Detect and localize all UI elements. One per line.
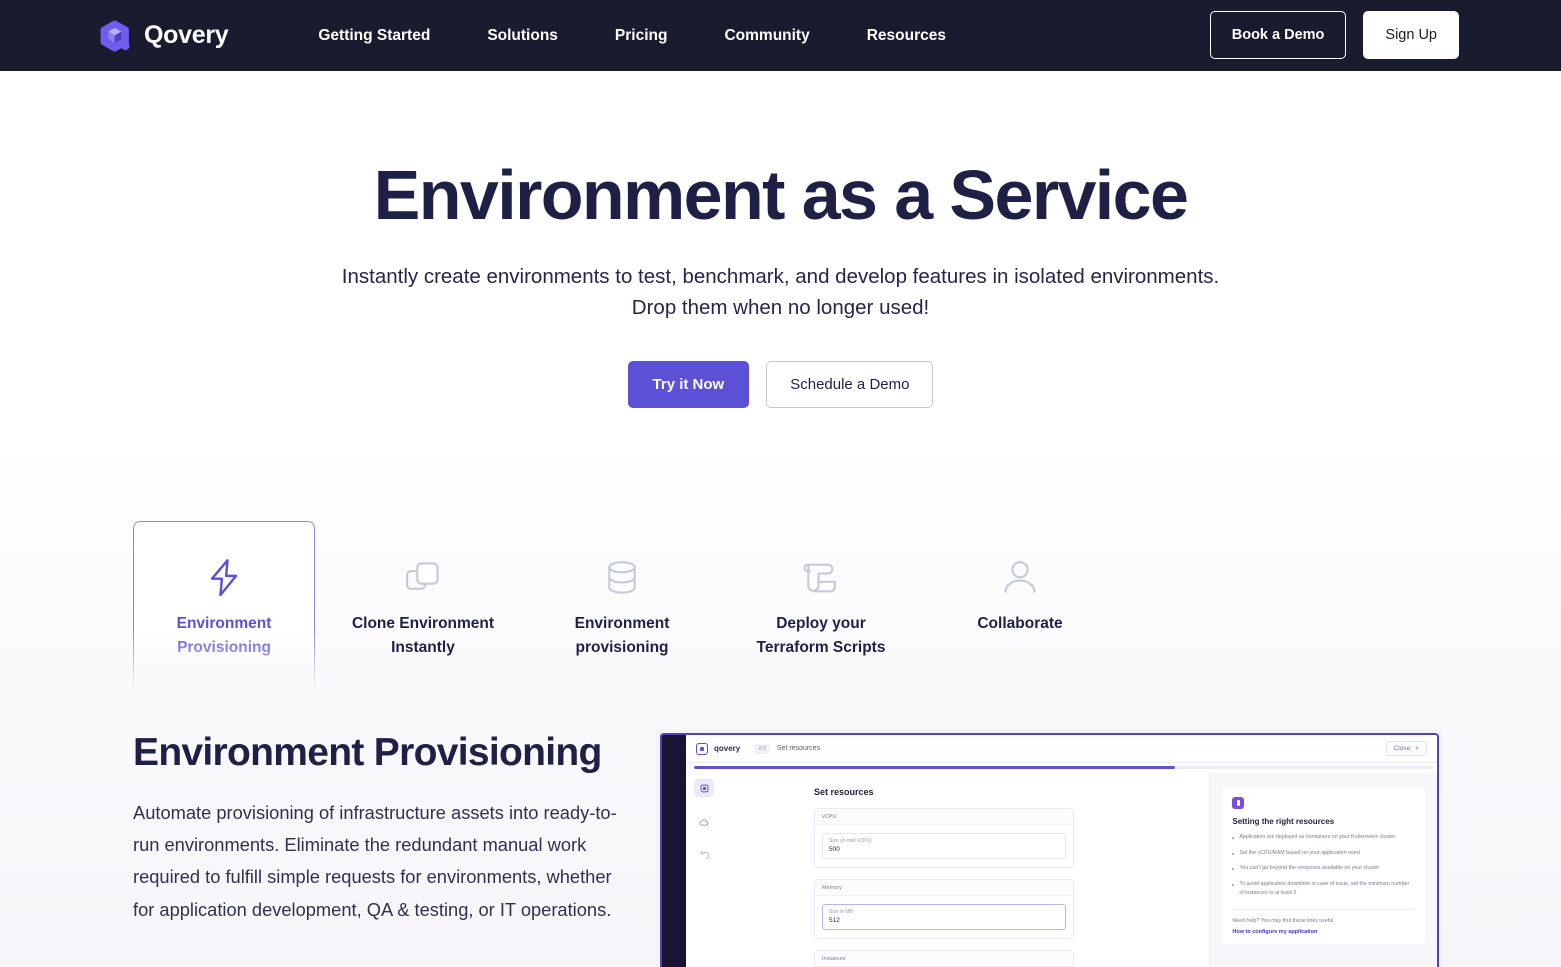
memory-input-label: Size in MB bbox=[829, 909, 1059, 915]
nav-link-getting-started[interactable]: Getting Started bbox=[318, 27, 430, 45]
bullet-dot-icon bbox=[1232, 868, 1234, 870]
app-logo-icon bbox=[696, 743, 708, 755]
progress-bar bbox=[694, 766, 1434, 769]
hero-cta-group: Try it Now Schedule a Demo bbox=[0, 361, 1561, 408]
cube-icon bbox=[700, 784, 709, 793]
sidebar-item-services[interactable] bbox=[694, 779, 714, 797]
vcpu-input-label: Size (in milli vCPU) bbox=[829, 838, 1059, 844]
sidebar-item-history[interactable] bbox=[694, 847, 714, 865]
hero-subtitle-line-2: Drop them when no longer used! bbox=[0, 292, 1561, 324]
step-badge: 2/3 bbox=[754, 744, 770, 754]
feature-title: Environment Provisioning bbox=[133, 731, 602, 775]
memory-input-value: 512 bbox=[829, 917, 1059, 924]
help-panel: Setting the right resources Application … bbox=[1209, 773, 1437, 967]
vcpu-input-value: 500 bbox=[829, 846, 1059, 853]
top-navigation-bar: Qovery Getting Started Solutions Pricing… bbox=[0, 0, 1561, 71]
app-sidebar bbox=[686, 773, 722, 967]
help-bullet: Application are deployed as containers o… bbox=[1232, 833, 1415, 842]
schedule-a-demo-button[interactable]: Schedule a Demo bbox=[766, 361, 933, 408]
breadcrumb: Set resources bbox=[777, 745, 820, 752]
brand-logo-link[interactable]: Qovery bbox=[100, 19, 228, 53]
form-heading: Set resources bbox=[814, 787, 1209, 797]
help-card: Setting the right resources Application … bbox=[1222, 787, 1425, 944]
cloud-icon bbox=[699, 818, 709, 827]
help-bullet-text: Set the vCPU/RAM based on your applicati… bbox=[1239, 849, 1359, 858]
person-icon bbox=[1002, 557, 1038, 599]
tab-label: Deploy your Terraform Scripts bbox=[739, 612, 904, 660]
close-button[interactable]: Close × bbox=[1386, 741, 1427, 756]
app-window: qovery 2/3 Set resources Close × bbox=[660, 733, 1439, 967]
bullet-dot-icon bbox=[1232, 837, 1234, 839]
nav-actions: Book a Demo Sign Up bbox=[1210, 11, 1459, 59]
bullet-dot-icon bbox=[1232, 884, 1234, 886]
help-bullet: You can't go beyond the resources availa… bbox=[1232, 864, 1415, 873]
tab-label: Clone Environment Instantly bbox=[341, 612, 506, 660]
try-it-now-button[interactable]: Try it Now bbox=[628, 361, 750, 408]
help-link[interactable]: How to configure my application bbox=[1232, 929, 1415, 935]
tab-deploy-terraform-scripts[interactable]: Deploy your Terraform Scripts bbox=[730, 521, 912, 660]
info-icon bbox=[1232, 797, 1244, 809]
tab-clone-environment-instantly[interactable]: Clone Environment Instantly bbox=[332, 521, 514, 660]
tab-label: Collaborate bbox=[938, 612, 1103, 636]
vcpu-card: vCPU Size (in milli vCPU) 500 bbox=[814, 808, 1074, 868]
scroll-icon bbox=[802, 557, 840, 599]
hero-section: Environment as a Service Instantly creat… bbox=[0, 71, 1561, 408]
nav-link-resources[interactable]: Resources bbox=[867, 27, 946, 45]
tab-label: Environment provisioning bbox=[540, 612, 705, 660]
brand-name: Qovery bbox=[144, 21, 228, 50]
memory-card: Memory Size in MB 512 bbox=[814, 879, 1074, 939]
close-button-label: Close bbox=[1394, 745, 1411, 752]
nav-link-pricing[interactable]: Pricing bbox=[615, 27, 668, 45]
hero-subtitle-line-1: Instantly create environments to test, b… bbox=[0, 261, 1561, 293]
help-bullet-text: You can't go beyond the resources availa… bbox=[1239, 864, 1379, 873]
lightning-bolt-icon bbox=[207, 557, 241, 599]
nav-link-solutions[interactable]: Solutions bbox=[487, 27, 558, 45]
nav-links: Getting Started Solutions Pricing Commun… bbox=[318, 27, 1003, 45]
instances-card-title: Instances bbox=[815, 951, 1073, 967]
vcpu-input[interactable]: Size (in milli vCPU) 500 bbox=[822, 833, 1066, 859]
page-title: Environment as a Service bbox=[0, 159, 1561, 233]
set-resources-form: Set resources vCPU Size (in milli vCPU) … bbox=[722, 773, 1209, 967]
database-icon bbox=[605, 557, 639, 599]
instances-card: Instances 1 - 2 bbox=[814, 950, 1074, 967]
memory-input[interactable]: Size in MB 512 bbox=[822, 904, 1066, 930]
help-links-text: Need help? You may find these links usef… bbox=[1232, 918, 1415, 924]
app-brand-name: qovery bbox=[714, 744, 740, 753]
hero-subtitle: Instantly create environments to test, b… bbox=[0, 261, 1561, 324]
close-icon: × bbox=[1415, 745, 1419, 752]
sign-up-button[interactable]: Sign Up bbox=[1363, 11, 1459, 59]
help-heading: Setting the right resources bbox=[1232, 817, 1415, 826]
vcpu-card-title: vCPU bbox=[815, 809, 1073, 825]
qovery-logo-icon bbox=[100, 19, 133, 53]
nav-link-community[interactable]: Community bbox=[724, 27, 809, 45]
tab-environment-provisioning[interactable]: Environment Provisioning bbox=[133, 521, 315, 691]
memory-card-title: Memory bbox=[815, 880, 1073, 896]
tab-label: Environment Provisioning bbox=[142, 612, 307, 660]
help-bullet: To avoid application downtime in case of… bbox=[1232, 880, 1415, 897]
landing-page: Qovery Getting Started Solutions Pricing… bbox=[0, 0, 1561, 967]
app-header: qovery 2/3 Set resources Close × bbox=[686, 735, 1437, 763]
divider bbox=[1232, 909, 1415, 910]
progress-bar-fill bbox=[694, 766, 1175, 769]
book-a-demo-button[interactable]: Book a Demo bbox=[1210, 11, 1347, 59]
help-bullet-text: To avoid application downtime in case of… bbox=[1239, 880, 1415, 897]
tab-collaborate[interactable]: Collaborate bbox=[929, 521, 1111, 636]
clone-icon bbox=[404, 557, 442, 599]
help-bullet-text: Application are deployed as containers o… bbox=[1239, 833, 1395, 842]
undo-icon bbox=[699, 851, 709, 861]
sidebar-item-databases[interactable] bbox=[694, 813, 714, 831]
feature-description: Automate provisioning of infrastructure … bbox=[133, 797, 633, 926]
help-bullet: Set the vCPU/RAM based on your applicati… bbox=[1232, 849, 1415, 858]
bullet-dot-icon bbox=[1232, 853, 1234, 855]
product-screenshot-mockup: qovery 2/3 Set resources Close × bbox=[656, 729, 1443, 967]
feature-tabs: Environment Provisioning Clone Environme… bbox=[133, 521, 1163, 691]
app-content: Set resources vCPU Size (in milli vCPU) … bbox=[722, 773, 1437, 967]
app-left-rail bbox=[662, 735, 686, 967]
tab-environment-provisioning-db[interactable]: Environment provisioning bbox=[531, 521, 713, 660]
